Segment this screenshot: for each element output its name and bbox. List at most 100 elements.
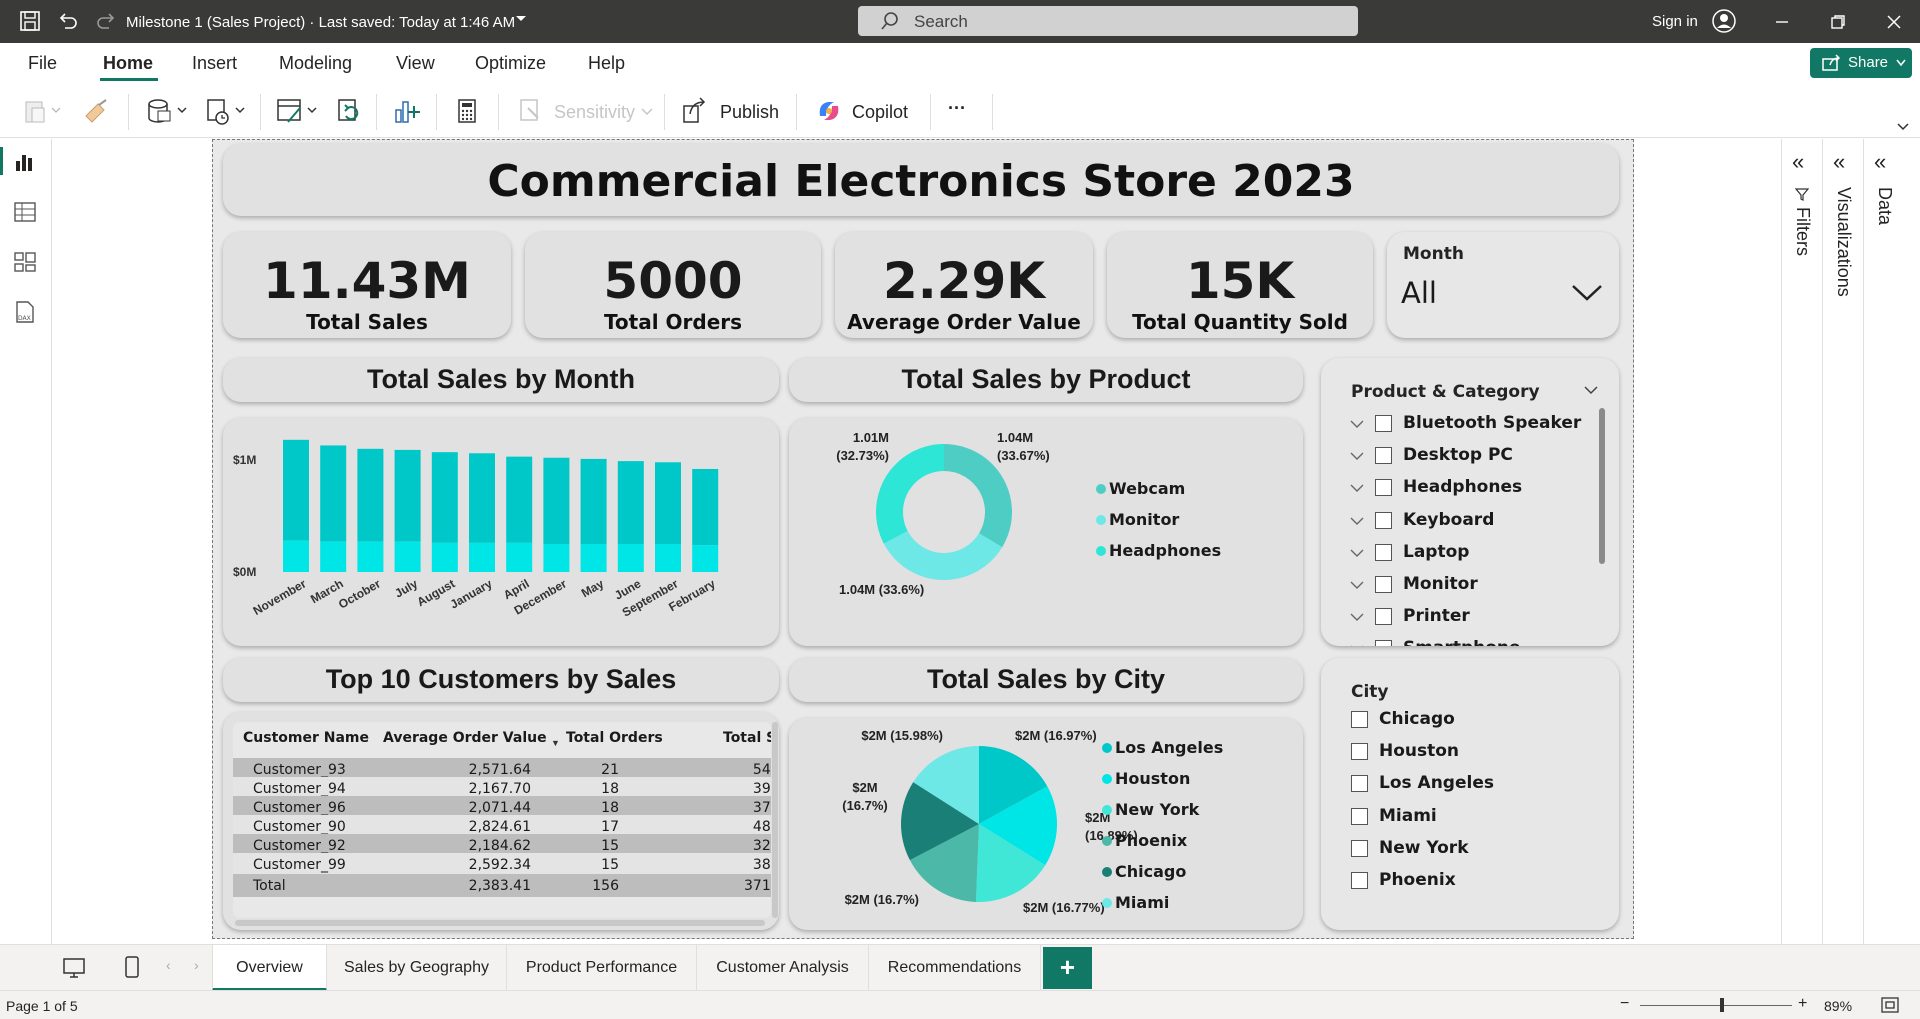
- undo-icon[interactable]: [56, 9, 80, 33]
- checkbox[interactable]: [1351, 872, 1368, 889]
- scroll-left-icon[interactable]: ‹: [166, 957, 171, 973]
- paste-icon[interactable]: [22, 96, 64, 126]
- menu-home[interactable]: Home: [103, 53, 153, 74]
- kpi-card-total-orders[interactable]: 5000 Total Orders: [525, 232, 821, 338]
- menu-help[interactable]: Help: [588, 53, 625, 74]
- chevron-down-icon[interactable]: [1583, 384, 1599, 396]
- table-total-row[interactable]: Total 2,383.41 156 371,81: [233, 874, 771, 897]
- expand-chevron-icon[interactable]: [1349, 548, 1365, 558]
- checkbox[interactable]: [1351, 807, 1368, 825]
- zoom-in-button[interactable]: +: [1798, 995, 1807, 1013]
- expand-chevron-icon[interactable]: [1349, 516, 1365, 526]
- fit-to-page-icon[interactable]: [1880, 996, 1900, 1014]
- checkbox[interactable]: [1375, 576, 1392, 593]
- copilot-label[interactable]: Copilot: [852, 102, 908, 123]
- zoom-out-button[interactable]: −: [1620, 995, 1629, 1013]
- model-view-icon[interactable]: [12, 249, 38, 275]
- expand-chevron-icon[interactable]: [1349, 451, 1365, 461]
- kpi-card-total-sales[interactable]: 11.43M Total Sales: [223, 232, 511, 338]
- slicer-scrollbar[interactable]: [1599, 408, 1605, 564]
- month-slicer-value[interactable]: All: [1401, 276, 1437, 310]
- menu-file[interactable]: File: [28, 53, 57, 74]
- report-view-icon[interactable]: [12, 149, 38, 175]
- expand-chevron-icon[interactable]: [1349, 483, 1365, 493]
- table-vertical-scrollbar[interactable]: [772, 722, 778, 918]
- checkbox[interactable]: [1351, 711, 1368, 728]
- mobile-layout-icon[interactable]: [124, 955, 140, 979]
- tab-product-performance[interactable]: Product Performance: [507, 945, 697, 991]
- data-pane[interactable]: « Data: [1863, 139, 1920, 944]
- document-title[interactable]: Milestone 1 (Sales Project) · Last saved…: [126, 14, 515, 31]
- recent-sources-icon[interactable]: [202, 96, 248, 126]
- table-view-icon[interactable]: [12, 199, 38, 225]
- collapse-visualizations-icon[interactable]: «: [1833, 149, 1845, 175]
- restore-icon[interactable]: [1826, 10, 1850, 34]
- menu-optimize[interactable]: Optimize: [475, 53, 546, 74]
- visualizations-pane[interactable]: « Visualizations: [1822, 139, 1862, 944]
- sort-descending-icon[interactable]: ▼: [551, 738, 560, 748]
- refresh-icon[interactable]: [334, 96, 364, 126]
- collapse-filters-icon[interactable]: «: [1792, 149, 1804, 175]
- sales-by-city-chart-card[interactable]: $2M (16.97%) $2M (16.89%) $2M (16.77%) $2M (…: [789, 718, 1303, 930]
- account-icon[interactable]: [1712, 9, 1736, 33]
- redo-icon[interactable]: [94, 9, 118, 33]
- calculator-icon[interactable]: [452, 96, 482, 126]
- copilot-icon[interactable]: [814, 96, 844, 126]
- top-customers-table[interactable]: Customer Name Average Order Value Total Or…: [233, 722, 771, 918]
- share-button[interactable]: Share: [1810, 48, 1912, 78]
- kpi-card-average-order-value[interactable]: 2.29K Average Order Value: [835, 232, 1093, 338]
- sales-by-product-donut-chart[interactable]: 1.04M (33.67%) 1.04M (33.6%) 1.01M (32.73%) W…: [789, 418, 1303, 646]
- kpi-card-total-quantity-sold[interactable]: 15K Total Quantity Sold: [1107, 232, 1373, 338]
- more-options-button[interactable]: ···: [948, 98, 966, 119]
- zoom-slider-thumb[interactable]: [1720, 998, 1724, 1012]
- transform-data-icon[interactable]: [274, 96, 320, 126]
- sign-in-link[interactable]: Sign in: [1652, 13, 1698, 30]
- checkbox[interactable]: [1375, 543, 1392, 561]
- month-slicer[interactable]: Month All: [1387, 232, 1619, 338]
- checkbox[interactable]: [1375, 608, 1392, 626]
- sales-by-month-chart-card[interactable]: $0M $1M November March October July August Janu…: [223, 418, 779, 646]
- table-row[interactable]: Customer_99 2,592.34 15 38,88: [233, 853, 771, 876]
- sales-by-city-pie-chart[interactable]: $2M (16.97%)$2M (16.89%)$2M (16.77%)$2M (…: [789, 718, 1303, 930]
- publish-label[interactable]: Publish: [720, 102, 779, 123]
- menu-view[interactable]: View: [396, 53, 435, 74]
- add-page-button[interactable]: +: [1043, 947, 1092, 989]
- get-data-icon[interactable]: [144, 96, 190, 126]
- sales-by-product-chart-card[interactable]: 1.04M (33.67%) 1.04M (33.6%) 1.01M (32.73%) W…: [789, 418, 1303, 646]
- zoom-slider[interactable]: [1640, 1005, 1792, 1006]
- close-icon[interactable]: [1882, 10, 1906, 34]
- publish-icon[interactable]: [680, 96, 710, 126]
- desktop-layout-icon[interactable]: [62, 957, 86, 979]
- tab-overview[interactable]: Overview: [212, 945, 327, 991]
- table-header-row[interactable]: Customer Name Average Order Value Total Or…: [233, 730, 771, 753]
- checkbox[interactable]: [1375, 511, 1392, 529]
- dax-query-view-icon[interactable]: DAX: [12, 299, 38, 325]
- product-category-slicer[interactable]: Product & Category Bluetooth Speaker Desk…: [1321, 358, 1619, 646]
- save-icon[interactable]: [18, 9, 42, 33]
- tab-recommendations[interactable]: Recommendations: [869, 945, 1041, 991]
- top-customers-table-card[interactable]: Customer Name Average Order Value Total Or…: [223, 712, 779, 930]
- expand-chevron-icon[interactable]: [1349, 644, 1365, 646]
- sales-by-month-bar-chart[interactable]: $0M$1MNovember MarchOctober JulyAugustJanu…: [223, 418, 779, 646]
- minimize-icon[interactable]: [1770, 10, 1794, 34]
- city-slicer[interactable]: City Chicago Houston Los Angeles Miami New Y…: [1321, 658, 1619, 930]
- checkbox[interactable]: [1351, 775, 1368, 793]
- chevron-down-icon[interactable]: [1571, 282, 1603, 302]
- new-visual-icon[interactable]: [392, 96, 422, 126]
- menu-insert[interactable]: Insert: [192, 53, 237, 74]
- filters-pane[interactable]: « Filters: [1781, 139, 1821, 944]
- checkbox[interactable]: [1375, 447, 1392, 465]
- collapse-data-icon[interactable]: «: [1874, 149, 1886, 175]
- chevron-down-icon[interactable]: [514, 12, 528, 26]
- tab-sales-by-geography[interactable]: Sales by Geography: [327, 945, 507, 991]
- format-painter-icon[interactable]: [82, 96, 110, 126]
- menu-modeling[interactable]: Modeling: [279, 53, 352, 74]
- scroll-right-icon[interactable]: ›: [194, 957, 199, 973]
- search-box[interactable]: Search: [858, 6, 1358, 36]
- expand-chevron-icon[interactable]: [1349, 612, 1365, 622]
- checkbox[interactable]: [1375, 640, 1392, 646]
- expand-chevron-icon[interactable]: [1349, 419, 1365, 429]
- checkbox[interactable]: [1351, 743, 1368, 761]
- checkbox[interactable]: [1375, 479, 1392, 497]
- checkbox[interactable]: [1375, 415, 1392, 432]
